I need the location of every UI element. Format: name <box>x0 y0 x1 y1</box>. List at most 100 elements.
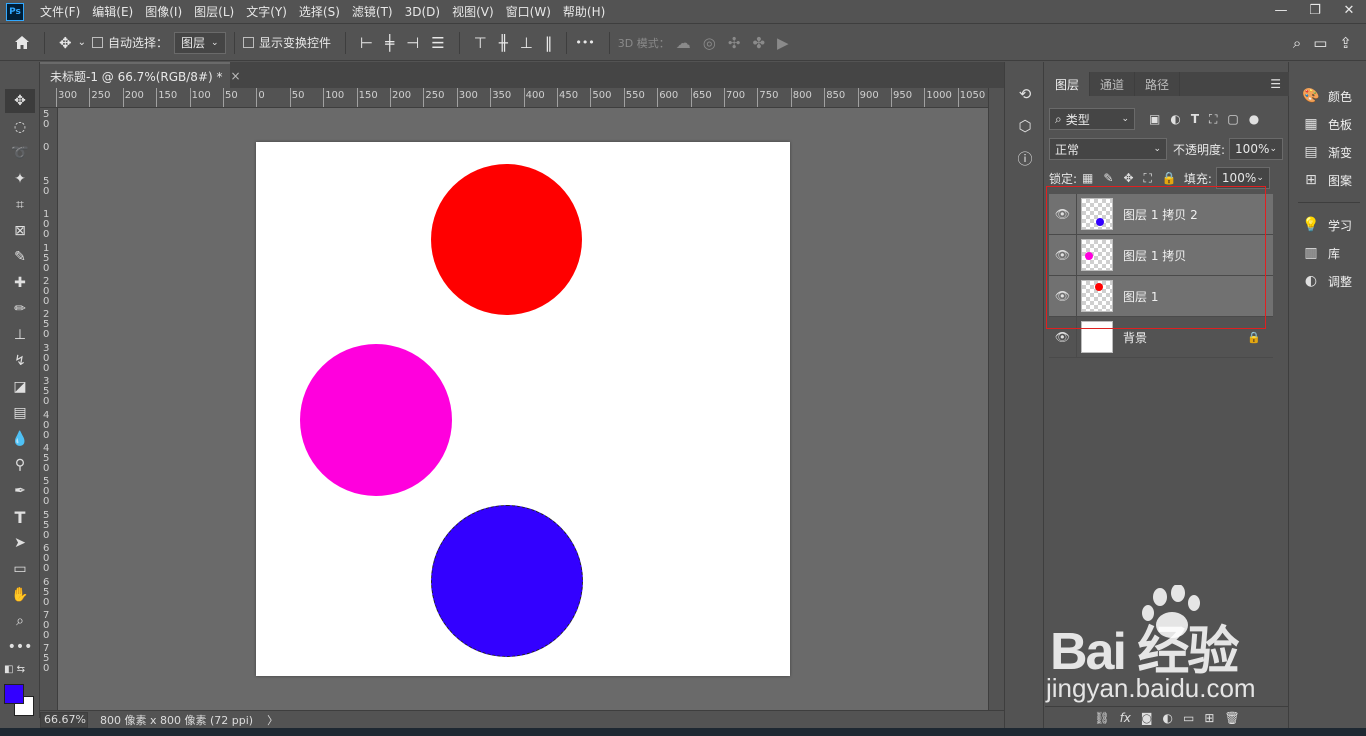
filter-toggle-icon[interactable]: ● <box>1249 112 1259 126</box>
blend-mode-select[interactable]: 正常 ⌄ <box>1049 138 1167 160</box>
align-left-icon[interactable]: ⊢ <box>360 34 373 52</box>
panel-gradient[interactable]: ▤ 渐变 <box>1292 138 1366 166</box>
panel-pattern[interactable]: ⊞ 图案 <box>1292 166 1366 194</box>
auto-select-dropdown[interactable]: 图层 ⌄ <box>173 31 226 54</box>
panel-color[interactable]: 🎨 颜色 <box>1292 82 1366 110</box>
filter-shape-icon[interactable]: ⛶ <box>1209 112 1217 127</box>
eyedropper-tool-icon[interactable]: ✎ <box>5 245 35 269</box>
menu-filter[interactable]: 滤镜(T) <box>346 0 399 24</box>
menu-file[interactable]: 文件(F) <box>34 0 86 24</box>
align-bottom-icon[interactable]: ⊥ <box>520 34 533 52</box>
history-icon[interactable]: ⟲ <box>1005 78 1045 110</box>
menu-select[interactable]: 选择(S) <box>293 0 346 24</box>
lasso-tool-icon[interactable]: ➰ <box>5 141 35 165</box>
lock-transparent-icon[interactable]: ▦ <box>1082 171 1093 185</box>
align-right-icon[interactable]: ⊣ <box>406 34 419 52</box>
3d-roll-icon[interactable]: ◎ <box>703 34 716 52</box>
rectangle-tool-icon[interactable]: ▭ <box>5 557 35 581</box>
distribute-icon[interactable]: ☰ <box>431 34 444 52</box>
tab-layers[interactable]: 图层 <box>1045 72 1091 96</box>
search-icon[interactable]: ⌕ <box>1293 34 1301 52</box>
link-layers-icon[interactable]: ⛓ <box>1094 711 1109 725</box>
menu-image[interactable]: 图像(I) <box>139 0 188 24</box>
swap-colors-icon[interactable]: ◧ ⇆ <box>4 664 25 675</box>
panel-menu-icon[interactable]: ☰ <box>1270 72 1289 96</box>
align-hcenter-icon[interactable]: ╪ <box>385 34 394 52</box>
filter-pixel-icon[interactable]: ▣ <box>1149 112 1160 126</box>
menu-edit[interactable]: 编辑(E) <box>86 0 139 24</box>
type-tool-icon[interactable]: T <box>5 505 35 529</box>
minimize-icon[interactable]: — <box>1264 0 1298 20</box>
info-icon[interactable]: ⓘ <box>1005 142 1045 174</box>
new-layer-icon[interactable]: ⊞ <box>1204 711 1214 725</box>
menu-layer[interactable]: 图层(L) <box>188 0 240 24</box>
frame-tool-icon[interactable]: ⊠ <box>5 219 35 243</box>
stamp-tool-icon[interactable]: ⊥ <box>5 323 35 347</box>
panel-adjustments[interactable]: ◐ 调整 <box>1292 267 1366 295</box>
new-group-icon[interactable]: ▭ <box>1183 711 1194 725</box>
panel-learn[interactable]: 💡 学习 <box>1292 211 1366 239</box>
history-brush-tool-icon[interactable]: ↯ <box>5 349 35 373</box>
lock-all-icon[interactable]: 🔒 <box>1162 171 1177 185</box>
magic-wand-tool-icon[interactable]: ✦ <box>5 167 35 191</box>
foreground-color-swatch[interactable] <box>4 684 24 704</box>
gradient-tool-icon[interactable]: ▤ <box>5 401 35 425</box>
vertical-scrollbar[interactable] <box>988 88 1004 710</box>
dodge-tool-icon[interactable]: ⚲ <box>5 453 35 477</box>
close-window-icon[interactable]: ✕ <box>1332 0 1366 20</box>
3d-pan-icon[interactable]: ✣ <box>728 34 741 52</box>
align-top-icon[interactable]: ⊤ <box>474 34 487 52</box>
menu-help[interactable]: 帮助(H) <box>557 0 611 24</box>
add-mask-icon[interactable]: ◙ <box>1141 711 1153 725</box>
more-options-icon[interactable]: ••• <box>575 36 594 49</box>
red-circle[interactable] <box>431 164 582 315</box>
chevron-down-icon[interactable]: ⌄ <box>78 37 86 48</box>
distribute-vertical-icon[interactable]: ‖ <box>545 34 553 52</box>
delete-layer-icon[interactable]: 🗑 <box>1224 711 1239 725</box>
3d-slide-icon[interactable]: ✤ <box>752 34 765 52</box>
zoom-tool-icon[interactable]: ⌕ <box>5 609 35 633</box>
3d-orbit-icon[interactable]: ☁ <box>676 34 691 52</box>
magenta-circle[interactable] <box>300 344 452 496</box>
eraser-tool-icon[interactable]: ◪ <box>5 375 35 399</box>
show-transform-checkbox[interactable] <box>242 37 254 48</box>
restore-icon[interactable]: ❐ <box>1298 0 1332 20</box>
filter-adjustment-icon[interactable]: ◐ <box>1170 112 1180 126</box>
workspace-icon[interactable]: ▭ <box>1313 34 1327 52</box>
share-icon[interactable]: ⇪ <box>1339 34 1352 52</box>
3d-camera-icon[interactable]: ▶ <box>777 34 789 52</box>
blue-circle[interactable] <box>431 505 583 657</box>
menu-view[interactable]: 视图(V) <box>446 0 500 24</box>
tab-paths[interactable]: 路径 <box>1135 72 1181 96</box>
path-select-tool-icon[interactable]: ➤ <box>5 531 35 555</box>
status-arrow-icon[interactable]: 〉 <box>267 712 278 728</box>
fx-icon[interactable]: fx <box>1120 711 1131 725</box>
menu-type[interactable]: 文字(Y) <box>240 0 293 24</box>
filter-kind-select[interactable]: ⌕ 类型 ⌄ <box>1049 108 1135 130</box>
lock-position-icon[interactable]: ✥ <box>1123 171 1133 185</box>
panel-swatches[interactable]: ▦ 色板 <box>1292 110 1366 138</box>
healing-tool-icon[interactable]: ✚ <box>5 271 35 295</box>
auto-select-checkbox[interactable] <box>91 37 103 48</box>
pen-tool-icon[interactable]: ✒ <box>5 479 35 503</box>
tab-channels[interactable]: 通道 <box>1090 72 1136 96</box>
lock-paint-icon[interactable]: ✎ <box>1103 171 1113 185</box>
adjustment-layer-icon[interactable]: ◐ <box>1163 711 1173 725</box>
menu-3d[interactable]: 3D(D) <box>399 0 446 24</box>
close-tab-icon[interactable]: × <box>231 69 241 83</box>
zoom-level[interactable]: 66.67% <box>40 711 88 728</box>
blur-tool-icon[interactable]: 💧 <box>5 427 35 451</box>
opacity-field[interactable]: 100% ⌄ <box>1229 138 1284 160</box>
lock-icon[interactable]: 🔒 <box>1247 331 1261 344</box>
document-canvas[interactable] <box>256 142 790 676</box>
hand-tool-icon[interactable]: ✋ <box>5 583 35 607</box>
more-tools-icon[interactable]: ••• <box>5 635 35 659</box>
filter-smart-object-icon[interactable]: ▢ <box>1227 112 1238 126</box>
marquee-tool-icon[interactable]: ◌ <box>5 115 35 139</box>
crop-tool-icon[interactable]: ⌗ <box>5 193 35 217</box>
lock-artboard-icon[interactable]: ⛶ <box>1144 171 1152 186</box>
document-tab[interactable]: 未标题-1 @ 66.7%(RGB/8#) * × <box>40 62 241 88</box>
home-icon[interactable] <box>14 35 30 50</box>
move-tool-icon[interactable]: ✥ <box>5 89 35 113</box>
menu-window[interactable]: 窗口(W) <box>500 0 557 24</box>
